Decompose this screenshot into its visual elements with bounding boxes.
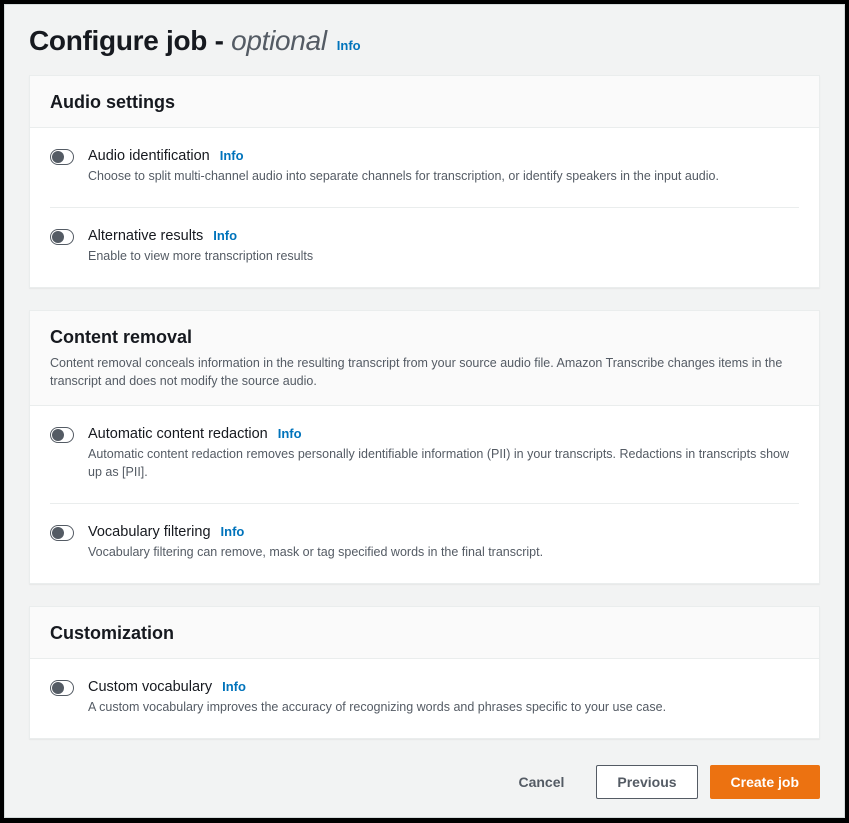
customization-header: Customization <box>30 607 819 659</box>
alternative-results-text: Alternative results Info Enable to view … <box>88 228 799 265</box>
customization-body: Custom vocabulary Info A custom vocabula… <box>30 659 819 738</box>
custom-vocabulary-row: Custom vocabulary Info A custom vocabula… <box>50 659 799 738</box>
vocabulary-filtering-toggle[interactable] <box>50 525 74 541</box>
configure-job-page: Configure job - optional Info Audio sett… <box>4 4 845 818</box>
custom-vocabulary-name: Custom vocabulary <box>88 679 212 695</box>
custom-vocabulary-label-row: Custom vocabulary Info <box>88 679 799 695</box>
audio-identification-text: Audio identification Info Choose to spli… <box>88 148 799 185</box>
vocabulary-filtering-row: Vocabulary filtering Info Vocabulary fil… <box>50 504 799 583</box>
audio-identification-row: Audio identification Info Choose to spli… <box>50 128 799 208</box>
custom-vocabulary-text: Custom vocabulary Info A custom vocabula… <box>88 679 799 716</box>
alternative-results-info-link[interactable]: Info <box>213 228 237 243</box>
previous-button[interactable]: Previous <box>596 765 697 799</box>
page-title-main: Configure job <box>29 25 215 56</box>
alternative-results-label-row: Alternative results Info <box>88 228 799 244</box>
alternative-results-row: Alternative results Info Enable to view … <box>50 208 799 287</box>
page-title-dash: - <box>215 25 232 56</box>
toggle-knob-icon <box>52 151 64 163</box>
content-redaction-row: Automatic content redaction Info Automat… <box>50 406 799 504</box>
vocabulary-filtering-text: Vocabulary filtering Info Vocabulary fil… <box>88 524 799 561</box>
custom-vocabulary-desc: A custom vocabulary improves the accurac… <box>88 698 799 716</box>
audio-settings-title: Audio settings <box>50 92 799 113</box>
customization-title: Customization <box>50 623 799 644</box>
vocabulary-filtering-desc: Vocabulary filtering can remove, mask or… <box>88 543 799 561</box>
page-title-info-link[interactable]: Info <box>337 38 361 53</box>
content-removal-desc: Content removal conceals information in … <box>50 354 799 390</box>
content-redaction-text: Automatic content redaction Info Automat… <box>88 426 799 481</box>
custom-vocabulary-info-link[interactable]: Info <box>222 679 246 694</box>
toggle-knob-icon <box>52 682 64 694</box>
audio-identification-desc: Choose to split multi-channel audio into… <box>88 167 799 185</box>
content-redaction-info-link[interactable]: Info <box>278 426 302 441</box>
toggle-knob-icon <box>52 429 64 441</box>
content-redaction-label-row: Automatic content redaction Info <box>88 426 799 442</box>
content-removal-header: Content removal Content removal conceals… <box>30 311 819 405</box>
toggle-knob-icon <box>52 231 64 243</box>
alternative-results-desc: Enable to view more transcription result… <box>88 247 799 265</box>
content-removal-body: Automatic content redaction Info Automat… <box>30 406 819 583</box>
vocabulary-filtering-info-link[interactable]: Info <box>221 524 245 539</box>
footer-actions: Cancel Previous Create job <box>29 761 820 799</box>
cancel-button[interactable]: Cancel <box>498 766 584 798</box>
audio-identification-name: Audio identification <box>88 148 210 164</box>
alternative-results-toggle[interactable] <box>50 229 74 245</box>
audio-identification-toggle[interactable] <box>50 149 74 165</box>
custom-vocabulary-toggle[interactable] <box>50 680 74 696</box>
audio-settings-body: Audio identification Info Choose to spli… <box>30 128 819 287</box>
vocabulary-filtering-label-row: Vocabulary filtering Info <box>88 524 799 540</box>
content-redaction-name: Automatic content redaction <box>88 426 268 442</box>
audio-settings-panel: Audio settings Audio identification Info… <box>29 75 820 288</box>
audio-settings-header: Audio settings <box>30 76 819 128</box>
content-removal-panel: Content removal Content removal conceals… <box>29 310 820 584</box>
page-header: Configure job - optional Info <box>29 25 820 57</box>
content-redaction-desc: Automatic content redaction removes pers… <box>88 445 799 481</box>
content-redaction-toggle[interactable] <box>50 427 74 443</box>
page-title-optional: optional <box>231 25 327 56</box>
customization-panel: Customization Custom vocabulary Info A c… <box>29 606 820 739</box>
page-title: Configure job - optional <box>29 25 327 57</box>
create-job-button[interactable]: Create job <box>710 765 820 799</box>
vocabulary-filtering-name: Vocabulary filtering <box>88 524 211 540</box>
audio-identification-label-row: Audio identification Info <box>88 148 799 164</box>
audio-identification-info-link[interactable]: Info <box>220 148 244 163</box>
toggle-knob-icon <box>52 527 64 539</box>
alternative-results-name: Alternative results <box>88 228 203 244</box>
content-removal-title: Content removal <box>50 327 799 348</box>
